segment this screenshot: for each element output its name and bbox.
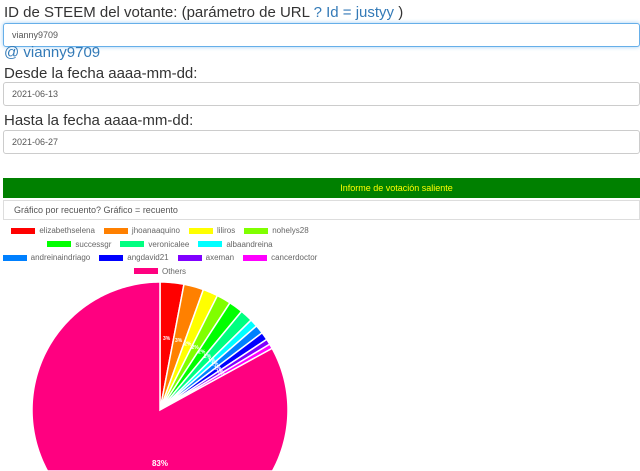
legend-label: cancerdoctor xyxy=(271,253,318,263)
legend-label: successgr xyxy=(75,239,112,249)
to-date-label: Hasta la fecha aaaa-mm-dd: xyxy=(4,112,194,129)
legend-swatch xyxy=(198,241,223,248)
legend-swatch xyxy=(243,254,268,261)
pie-chart: 3% 3%2%2%2%2%1%1%1%1%1%83% xyxy=(31,281,289,471)
url-param-link[interactable]: ? Id = justyy xyxy=(314,4,394,21)
legend-label: albaandreina xyxy=(226,239,273,249)
legend-swatch xyxy=(188,227,213,234)
legend-label: jhoanaaquino xyxy=(131,226,180,236)
legend-swatch xyxy=(120,241,145,248)
legend-swatch xyxy=(177,254,202,261)
voter-id-close: ) xyxy=(394,4,404,21)
legend-label: liliros xyxy=(216,226,236,236)
legend-swatch xyxy=(99,254,124,261)
legend-label: elizabethselena xyxy=(39,226,95,236)
legend-item[interactable]: cancerdoctor xyxy=(243,253,317,262)
from-date-label: Desde la fecha aaaa-mm-dd: xyxy=(4,65,198,82)
legend-label: angdavid21 xyxy=(127,253,169,263)
legend-label: andreinaindriago xyxy=(30,253,91,263)
legend-item[interactable]: andreinaindriago xyxy=(2,253,91,263)
legend-swatch xyxy=(47,241,72,248)
user-profile-link[interactable]: @ vianny9709 xyxy=(4,44,100,61)
legend-item[interactable]: axeman xyxy=(177,253,235,263)
pie-data-label: 3% xyxy=(163,336,171,342)
legend-item[interactable]: successgr xyxy=(47,240,111,249)
chart-type-select[interactable]: Gráfico por recuento? Gráfico = recuento xyxy=(3,200,640,220)
legend-item[interactable]: liliros xyxy=(188,226,236,236)
legend-swatch xyxy=(103,227,128,234)
legend-label: axeman xyxy=(205,253,235,263)
pie-data-label: 83% xyxy=(152,459,168,468)
pie-data-label: 3% xyxy=(175,338,183,344)
legend-item[interactable]: jhoanaaquino xyxy=(103,226,180,236)
to-date-input[interactable]: 2021-06-27 xyxy=(3,130,640,154)
legend-item[interactable]: albaandreina xyxy=(198,239,273,249)
legend-swatch xyxy=(244,227,269,234)
legend-item[interactable]: angdavid21 xyxy=(99,253,169,263)
voter-id-label: ID de STEEM del votante: (parámetro de U… xyxy=(4,4,403,21)
legend-label: nohelys28 xyxy=(272,226,309,236)
pie-slice-Others[interactable] xyxy=(31,281,289,471)
legend-swatch xyxy=(11,227,36,234)
legend-item[interactable]: elizabethselena xyxy=(11,226,95,235)
legend-item[interactable]: nohelys28 xyxy=(244,226,309,236)
legend-item[interactable]: veronicalee xyxy=(120,240,189,249)
legend-label: veronicalee xyxy=(148,239,190,249)
outgoing-vote-report-button[interactable]: Informe de votación saliente xyxy=(3,178,640,198)
legend-swatch xyxy=(2,254,27,261)
from-date-input[interactable]: 2021-06-13 xyxy=(3,82,640,106)
voter-id-text: ID de STEEM del votante: (parámetro de U… xyxy=(4,4,314,21)
